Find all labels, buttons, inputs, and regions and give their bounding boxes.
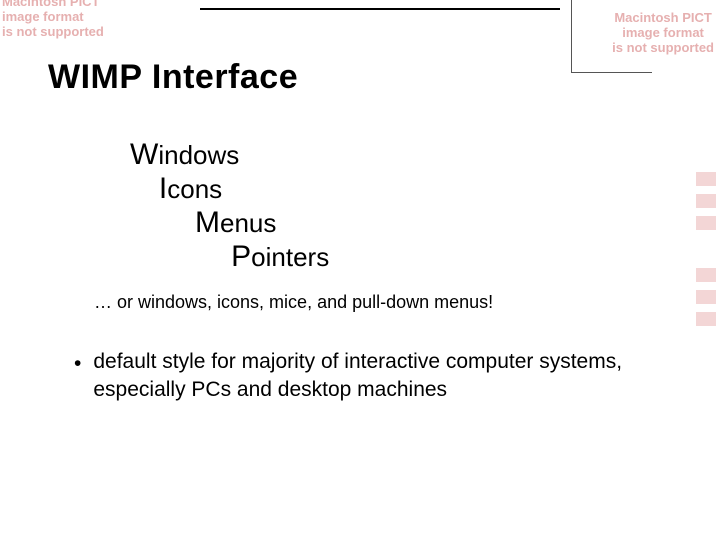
acronym-rest-p: ointers bbox=[251, 242, 329, 272]
acronym-rest-w: indows bbox=[158, 140, 239, 170]
acronym-line-pointers: Pointers bbox=[130, 240, 329, 274]
bullet-text: default style for majority of interactiv… bbox=[93, 348, 634, 404]
bullet-item: • default style for majority of interact… bbox=[74, 348, 634, 404]
pict-error-topright: Macintosh PICT image format is not suppo… bbox=[612, 10, 714, 55]
bullet-marker-icon: • bbox=[74, 350, 81, 404]
wimp-acronym-list: Windows Icons Menus Pointers bbox=[130, 138, 329, 274]
acronym-line-windows: Windows bbox=[130, 138, 329, 172]
acronym-initial-w: W bbox=[130, 138, 158, 171]
slide-title: WIMP Interface bbox=[48, 58, 298, 97]
acronym-initial-m: M bbox=[195, 206, 220, 239]
pict-error-topleft: Macintosh PICT image format is not suppo… bbox=[2, 0, 104, 39]
acronym-line-icons: Icons bbox=[130, 172, 329, 206]
top-divider bbox=[200, 8, 560, 10]
acronym-initial-i: I bbox=[159, 172, 167, 205]
acronym-rest-i: cons bbox=[167, 174, 222, 204]
acronym-line-menus: Menus bbox=[130, 206, 329, 240]
pict-error-rightside bbox=[696, 172, 716, 334]
subcaption: … or windows, icons, mice, and pull-down… bbox=[94, 292, 493, 313]
acronym-rest-m: enus bbox=[220, 208, 276, 238]
acronym-initial-p: P bbox=[231, 240, 251, 273]
